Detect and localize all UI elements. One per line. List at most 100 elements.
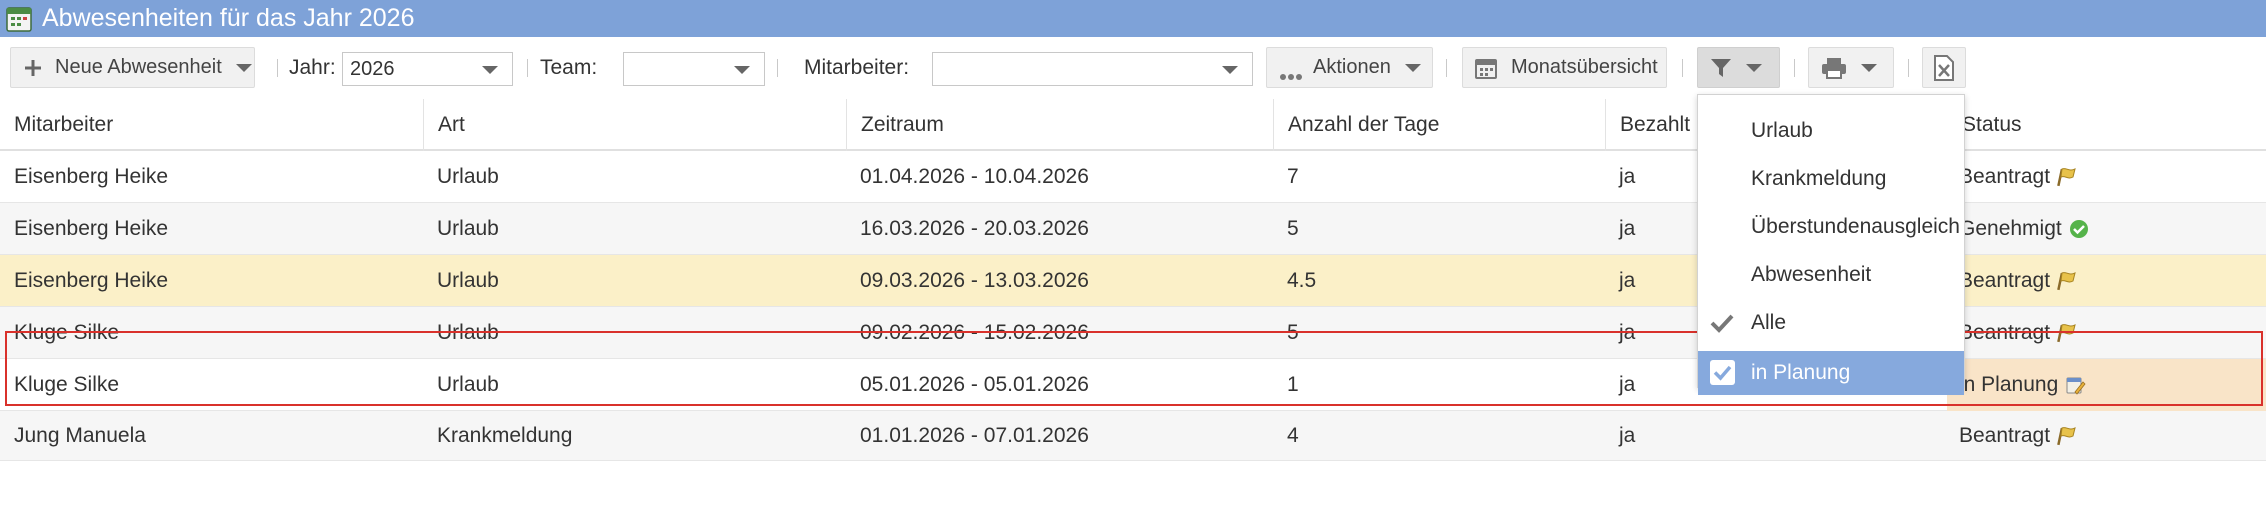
cell-paid: ja [1619, 165, 1636, 188]
status-text: Beantragt [1959, 165, 2051, 188]
filter-option-vacation[interactable]: Urlaub [1698, 109, 1964, 153]
cell-paid: ja [1619, 321, 1636, 344]
cell-days: 7 [1287, 165, 1299, 188]
cell-type: Krankmeldung [437, 424, 573, 447]
column-header-days[interactable]: Anzahl der Tage [1273, 99, 1605, 151]
toolbar-separator [277, 59, 278, 77]
year-label: Jahr: [289, 55, 336, 79]
cell-paid: ja [1619, 373, 1636, 396]
cell-employee: Kluge Silke [14, 373, 120, 396]
cell-status: Beantragt [1947, 411, 2266, 461]
window-titlebar: Abwesenheiten für das Jahr 2026 [0, 0, 2266, 37]
year-value: 2026 [350, 57, 395, 80]
print-button[interactable] [1808, 47, 1894, 88]
cell-status: Beantragt [1947, 151, 2266, 203]
cell-status: Beantragt [1947, 255, 2266, 307]
cell-status: in Planung [1947, 359, 2266, 411]
cell-days: 4.5 [1287, 269, 1317, 292]
ellipsis-icon [1279, 64, 1303, 80]
cell-employee: Eisenberg Heike [14, 217, 169, 240]
calendar-icon [1475, 57, 1497, 79]
actions-button[interactable]: Aktionen [1266, 47, 1433, 88]
cell-days: 5 [1287, 321, 1299, 344]
toolbar-separator [1682, 59, 1683, 77]
month-overview-label: Monatsübersicht [1511, 56, 1658, 78]
excel-file-icon [1934, 54, 1954, 81]
filter-option-sick-note[interactable]: Krankmeldung [1698, 157, 1964, 201]
toolbar-separator [1446, 59, 1447, 77]
cell-days: 1 [1287, 373, 1299, 396]
filter-option-absence[interactable]: Abwesenheit [1698, 253, 1964, 297]
status-text: Genehmigt [1959, 217, 2062, 240]
chevron-down-icon [1861, 63, 1877, 72]
employee-label: Mitarbeiter: [804, 55, 910, 79]
chevron-down-icon [1404, 63, 1421, 72]
team-select[interactable] [623, 52, 765, 86]
excel-export-button[interactable] [1922, 47, 1966, 88]
checkbox-checked-icon [1710, 360, 1735, 385]
filter-icon [1710, 57, 1732, 79]
column-header-period[interactable]: Zeitraum [846, 99, 1273, 151]
flag-icon [2056, 166, 2078, 188]
cell-employee: Eisenberg Heike [14, 269, 169, 292]
filter-option-overtime-compensation[interactable]: Überstundenausgleich [1698, 205, 1964, 249]
cell-period: 01.04.2026 - 10.04.2026 [860, 165, 1089, 188]
chevron-down-icon [235, 63, 252, 72]
employee-select[interactable] [932, 52, 1253, 86]
filter-option-all[interactable]: Alle [1698, 301, 1964, 345]
cell-type: Urlaub [437, 165, 499, 188]
actions-label: Aktionen [1313, 56, 1391, 78]
menu-item-label: in Planung [1751, 361, 1851, 384]
status-text: Beantragt [1959, 269, 2051, 292]
menu-item-label: Krankmeldung [1751, 167, 1887, 190]
chevron-down-icon [734, 66, 750, 74]
printer-icon [1821, 57, 1847, 79]
cell-period: 09.03.2026 - 13.03.2026 [860, 269, 1089, 292]
cell-period: 01.01.2026 - 07.01.2026 [860, 424, 1089, 447]
check-circle-icon [2068, 218, 2090, 240]
flag-icon [2056, 322, 2078, 344]
toolbar-separator [527, 59, 528, 77]
new-absence-label: Neue Abwesenheit [55, 56, 222, 78]
status-text: Beantragt [1959, 424, 2051, 447]
chevron-down-icon [1746, 63, 1762, 72]
menu-item-label: Überstundenausgleich [1751, 215, 1960, 238]
chevron-down-icon [1222, 66, 1238, 74]
cell-paid: ja [1619, 217, 1636, 240]
cell-days: 5 [1287, 217, 1299, 240]
filter-option-in-planning[interactable]: in Planung [1698, 351, 1964, 395]
team-label: Team: [540, 55, 598, 79]
calendar-app-icon [6, 6, 32, 32]
menu-item-label: Alle [1751, 311, 1787, 334]
cell-paid: ja [1619, 424, 1636, 447]
plus-icon [23, 58, 43, 78]
chevron-down-icon [482, 66, 498, 74]
cell-period: 09.02.2026 - 15.02.2026 [860, 321, 1089, 344]
column-header-employee[interactable]: Mitarbeiter [0, 99, 423, 151]
month-overview-button[interactable]: Monatsübersicht [1462, 47, 1667, 88]
column-header-status[interactable]: Status [1947, 99, 2266, 151]
cell-type: Urlaub [437, 269, 499, 292]
toolbar-separator [777, 59, 778, 77]
cell-type: Urlaub [437, 321, 499, 344]
filter-menu: Urlaub Krankmeldung Überstundenausgleich Ab… [1697, 94, 1965, 395]
toolbar-separator [1908, 59, 1909, 77]
menu-item-label: Urlaub [1751, 119, 1813, 142]
toolbar-separator [1794, 59, 1795, 77]
checkmark-icon [1710, 313, 1734, 333]
cell-employee: Kluge Silke [14, 321, 120, 344]
column-header-type[interactable]: Art [423, 99, 846, 151]
flag-icon [2056, 270, 2078, 292]
cell-status: Beantragt [1947, 307, 2266, 359]
window-title: Abwesenheiten für das Jahr 2026 [42, 4, 415, 32]
cell-employee: Eisenberg Heike [14, 165, 169, 188]
menu-item-label: Abwesenheit [1751, 263, 1872, 286]
cell-days: 4 [1287, 424, 1299, 447]
filter-button[interactable] [1697, 47, 1780, 88]
status-text: Beantragt [1959, 321, 2051, 344]
table-row[interactable]: Jung Manuela Krankmeldung 01.01.2026 - 0… [0, 411, 2266, 461]
year-select[interactable]: 2026 [342, 52, 513, 86]
status-text: in Planung [1959, 373, 2059, 396]
new-absence-button[interactable]: Neue Abwesenheit [10, 47, 255, 88]
cell-status: Genehmigt [1947, 203, 2266, 255]
